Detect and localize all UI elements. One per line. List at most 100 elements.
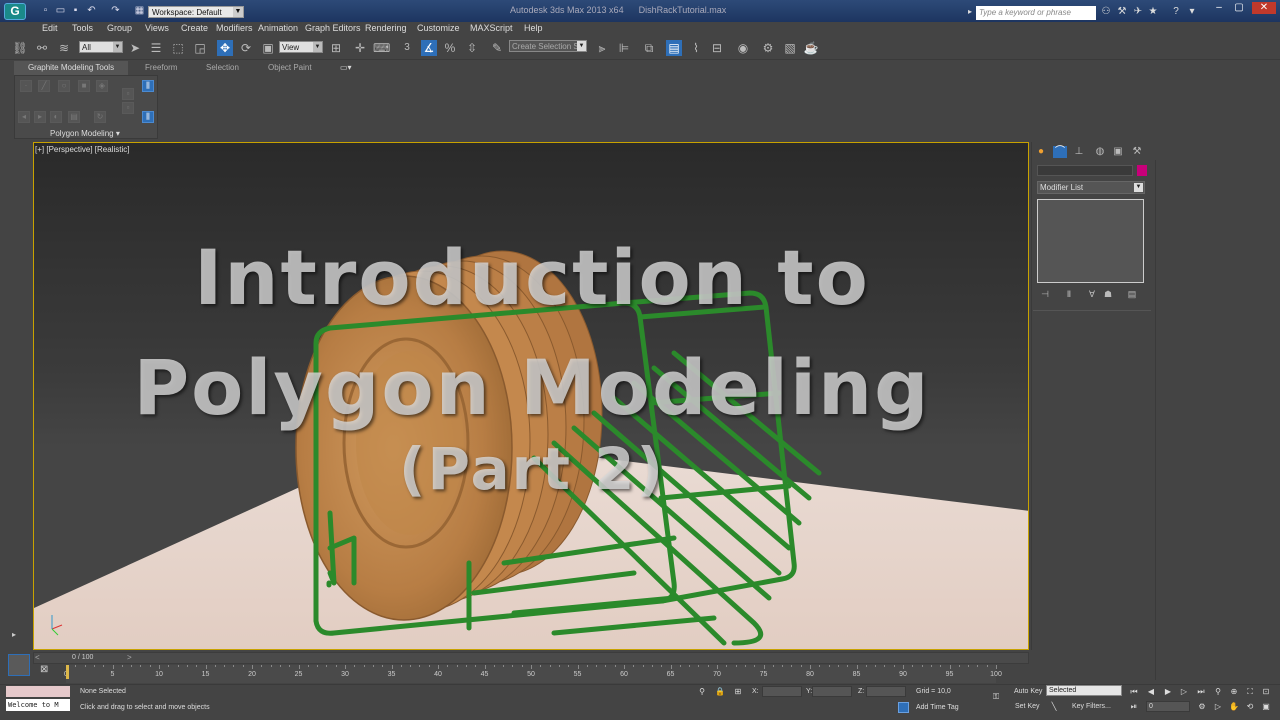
- border-subobject-icon[interactable]: ○: [58, 80, 70, 92]
- time-tag-icon[interactable]: [898, 702, 909, 713]
- new-file-icon[interactable]: ▫: [40, 6, 51, 16]
- menu-maxscript[interactable]: MAXScript: [470, 23, 513, 33]
- key-icon[interactable]: ⚿: [988, 691, 1004, 702]
- project-folder-icon[interactable]: ▦: [134, 6, 145, 16]
- graphite-toggle-icon[interactable]: ▤: [666, 40, 682, 56]
- minimize-icon[interactable]: –: [1210, 2, 1228, 14]
- select-and-rotate-icon[interactable]: ⟳: [238, 40, 254, 56]
- window-crossing-icon[interactable]: ◲: [192, 40, 208, 56]
- ribbon-tab-selection[interactable]: Selection: [206, 63, 239, 72]
- y-coordinate-field[interactable]: [812, 686, 852, 697]
- menu-customize[interactable]: Customize: [417, 23, 460, 33]
- menu-graph-editors[interactable]: Graph Editors: [305, 23, 361, 33]
- pan-view-icon[interactable]: ✋: [1228, 701, 1240, 712]
- render-production-icon[interactable]: ☕: [803, 40, 819, 56]
- current-frame-field[interactable]: 0: [1146, 701, 1190, 712]
- menu-modifiers[interactable]: Modifiers: [216, 23, 253, 33]
- select-and-scale-icon[interactable]: ▣: [260, 40, 276, 56]
- vertex-subobject-icon[interactable]: ·: [20, 80, 32, 92]
- pivot-center-icon[interactable]: ⊞: [328, 40, 344, 56]
- maximize-icon[interactable]: ▢: [1230, 2, 1248, 14]
- auto-key-button[interactable]: Auto Key: [1014, 688, 1042, 695]
- isolate-icon[interactable]: ⚲: [696, 686, 708, 697]
- schematic-view-icon[interactable]: ⊟: [709, 40, 725, 56]
- menu-edit[interactable]: Edit: [42, 23, 58, 33]
- mini-curve-editor-icon[interactable]: [8, 654, 30, 676]
- curve-editor-icon[interactable]: ⌇: [688, 40, 704, 56]
- viewport-label[interactable]: [+] [Perspective] [Realistic]: [35, 145, 129, 154]
- toggle-command-panel-icon[interactable]: ⫼: [142, 111, 154, 123]
- rectangle-selection-icon[interactable]: ⬚: [170, 40, 186, 56]
- edge-subobject-icon[interactable]: ╱: [38, 80, 50, 92]
- select-object-icon[interactable]: ➤: [127, 40, 143, 56]
- polygon-modeling-panel-label[interactable]: Polygon Modeling ▾: [50, 129, 120, 138]
- zoom-extents-icon[interactable]: ⛶: [1244, 686, 1256, 697]
- modifier-list-dropdown[interactable]: Modifier List ▼: [1037, 181, 1145, 194]
- go-to-start-icon[interactable]: ⏮: [1128, 686, 1140, 697]
- hierarchy-tab-icon[interactable]: ⊥: [1072, 146, 1086, 158]
- workspace-dropdown[interactable]: Workspace: Default ▼: [148, 6, 244, 18]
- preserve-uvs-icon[interactable]: ▫: [122, 102, 134, 114]
- object-name-field[interactable]: [1037, 165, 1133, 176]
- ribbon-options-icon[interactable]: ▭▾: [340, 63, 354, 73]
- orbit-icon[interactable]: ⟲: [1244, 701, 1256, 712]
- undo-icon[interactable]: ↶: [86, 6, 97, 16]
- communication-icon[interactable]: ✈: [1132, 7, 1144, 17]
- rendered-frame-window-icon[interactable]: ▧: [782, 40, 798, 56]
- keyboard-shortcut-override-icon[interactable]: ⌨: [373, 40, 390, 56]
- unlink-icon[interactable]: ⚯: [34, 40, 50, 56]
- pin-stack-icon[interactable]: ⊣: [1039, 289, 1051, 299]
- menu-help[interactable]: Help: [524, 23, 543, 33]
- next-modifier-icon[interactable]: ▸: [34, 111, 46, 123]
- select-and-link-icon[interactable]: ⛓: [12, 40, 28, 56]
- pin-stack-icon[interactable]: ⫼: [142, 80, 154, 92]
- track-view-icon[interactable]: ⊠: [40, 664, 52, 676]
- spinner-snap-icon[interactable]: ⇳: [464, 40, 480, 56]
- remove-modifier-icon[interactable]: ☗: [1102, 289, 1114, 299]
- modifier-stack[interactable]: [1037, 199, 1144, 283]
- time-configuration-icon[interactable]: ⚙: [1196, 701, 1208, 712]
- create-tab-icon[interactable]: ●: [1034, 146, 1048, 158]
- angle-snap-icon[interactable]: ∡: [421, 40, 437, 56]
- select-and-move-icon[interactable]: ✥: [217, 40, 233, 56]
- previous-frame-icon[interactable]: ◀: [1145, 686, 1157, 697]
- configure-modifier-sets-icon[interactable]: ▤: [1126, 289, 1138, 299]
- time-slider[interactable]: [33, 652, 1029, 664]
- menu-tools[interactable]: Tools: [72, 23, 93, 33]
- zoom-icon[interactable]: ⚲: [1212, 686, 1224, 697]
- object-color-swatch[interactable]: [1137, 165, 1147, 176]
- time-cursor[interactable]: [66, 665, 69, 679]
- collapse-stack-icon[interactable]: ▤: [68, 111, 80, 123]
- modify-tab-icon[interactable]: ⌒: [1053, 146, 1067, 158]
- key-selection-dropdown[interactable]: Selected: [1046, 685, 1122, 696]
- expand-arrow-icon[interactable]: ▸: [12, 630, 22, 642]
- ribbon-tab-freeform[interactable]: Freeform: [145, 63, 177, 72]
- menu-create[interactable]: Create: [181, 23, 208, 33]
- select-and-manipulate-icon[interactable]: ✛: [352, 40, 368, 56]
- subscription-icon[interactable]: ⚒: [1116, 7, 1128, 17]
- maxscript-mini-listener[interactable]: Welcome to M: [6, 699, 70, 711]
- search-input[interactable]: Type a keyword or phrase: [976, 6, 1096, 20]
- z-coordinate-field[interactable]: [866, 686, 906, 697]
- show-end-result-icon[interactable]: ◐: [50, 111, 62, 123]
- edit-named-selection-icon[interactable]: ✎: [489, 40, 505, 56]
- select-by-name-icon[interactable]: ☰: [148, 40, 164, 56]
- menu-animation[interactable]: Animation: [258, 23, 298, 33]
- make-unique-icon[interactable]: ∀: [1086, 289, 1098, 299]
- open-file-icon[interactable]: ▭: [55, 6, 66, 16]
- app-logo-icon[interactable]: G: [4, 3, 26, 20]
- maxscript-listener-output[interactable]: [6, 686, 70, 697]
- set-key-mode-icon[interactable]: ╲: [1048, 701, 1060, 712]
- go-to-end-icon[interactable]: ⏭: [1195, 686, 1207, 697]
- search-expand-icon[interactable]: ▸: [968, 7, 974, 17]
- next-frame-icon[interactable]: ▷: [1178, 686, 1190, 697]
- repeat-last-icon[interactable]: ↻: [94, 111, 106, 123]
- x-coordinate-field[interactable]: [762, 686, 802, 697]
- align-icon[interactable]: ⊫: [616, 40, 632, 56]
- save-file-icon[interactable]: ▪: [70, 6, 81, 16]
- zoom-extents-all-icon[interactable]: ⊡: [1260, 686, 1272, 697]
- snaps-toggle-icon[interactable]: 3: [399, 40, 415, 56]
- menu-views[interactable]: Views: [145, 23, 169, 33]
- help-icon[interactable]: ?: [1170, 7, 1182, 17]
- mirror-icon[interactable]: ⫸: [594, 40, 610, 56]
